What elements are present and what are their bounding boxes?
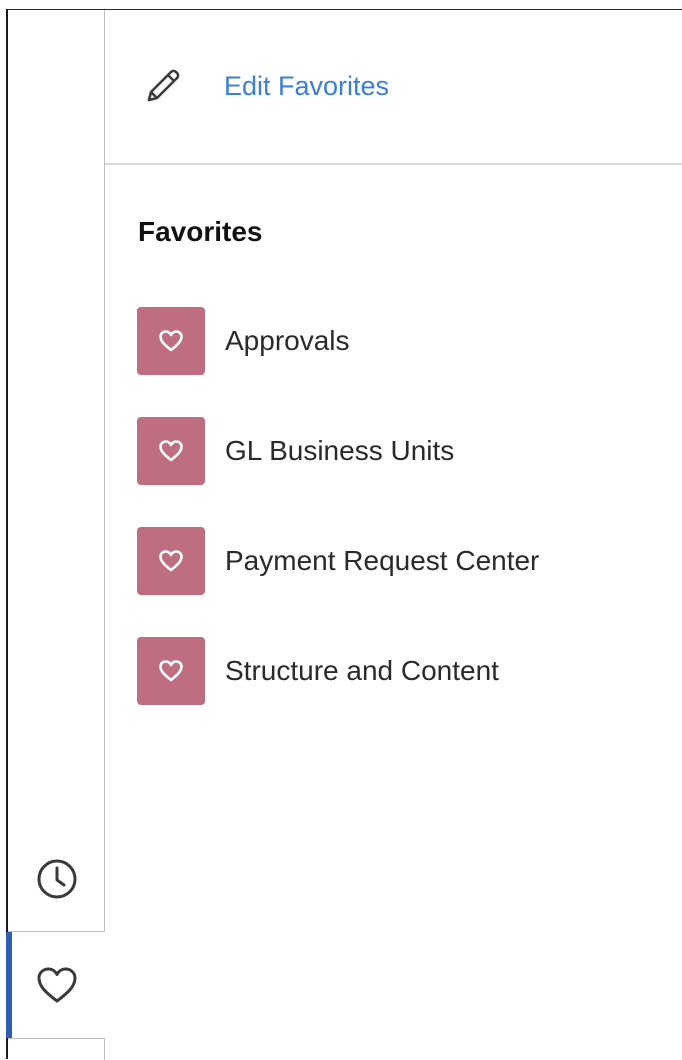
tab-favorites[interactable] bbox=[6, 932, 105, 1038]
heart-icon bbox=[159, 330, 183, 352]
edit-favorites-link[interactable]: Edit Favorites bbox=[224, 71, 389, 102]
favorite-item-structure-and-content[interactable]: Structure and Content bbox=[137, 637, 539, 705]
favorites-list: Approvals GL Business Units Payment Requ… bbox=[137, 307, 539, 747]
heart-icon bbox=[159, 660, 183, 682]
favorites-heading: Favorites bbox=[138, 216, 263, 247]
favorite-item-approvals[interactable]: Approvals bbox=[137, 307, 539, 375]
edit-favorites-bar: Edit Favorites bbox=[105, 10, 682, 165]
favorite-label: GL Business Units bbox=[225, 435, 455, 466]
side-rail bbox=[6, 10, 105, 1060]
clock-icon bbox=[37, 859, 76, 898]
heart-icon bbox=[37, 967, 76, 1003]
favorite-item-gl-business-units[interactable]: GL Business Units bbox=[137, 417, 539, 485]
favorites-content: Edit Favorites Favorites Approvals GL Bu… bbox=[105, 10, 682, 1059]
favorite-label: Payment Request Center bbox=[225, 545, 540, 576]
favorite-label: Approvals bbox=[225, 325, 350, 356]
heart-icon bbox=[159, 550, 183, 572]
favorite-tile bbox=[137, 417, 205, 485]
tab-more[interactable] bbox=[8, 1038, 105, 1060]
active-tab-indicator bbox=[6, 932, 12, 1038]
favorite-tile bbox=[137, 307, 205, 375]
tab-recent[interactable] bbox=[8, 826, 105, 932]
favorite-tile bbox=[137, 527, 205, 595]
favorites-panel: Edit Favorites Favorites Approvals GL Bu… bbox=[6, 9, 682, 1060]
favorite-tile bbox=[137, 637, 205, 705]
favorite-item-payment-request-center[interactable]: Payment Request Center bbox=[137, 527, 539, 595]
heart-icon bbox=[159, 440, 183, 462]
pencil-icon[interactable] bbox=[141, 64, 185, 108]
favorite-label: Structure and Content bbox=[225, 655, 499, 686]
